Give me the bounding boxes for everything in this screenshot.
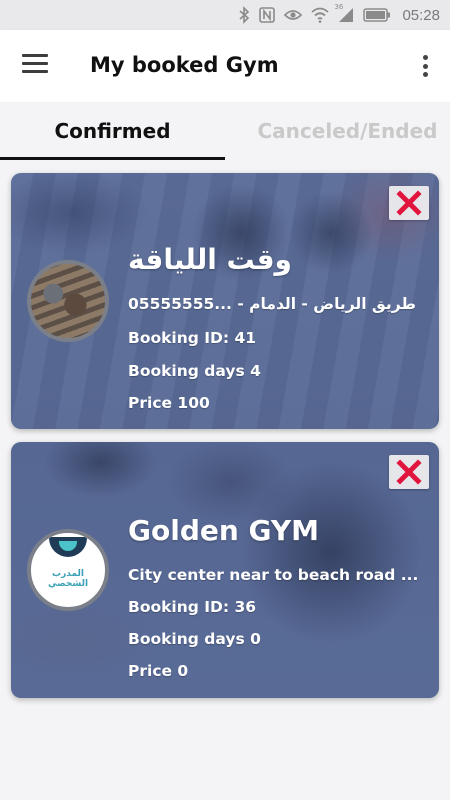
status-bar: 36 05:28 — [0, 0, 450, 30]
gym-avatar — [27, 260, 109, 342]
tab-canceled-ended[interactable]: Canceled/Ended — [225, 102, 450, 160]
tab-confirmed[interactable]: Confirmed — [0, 102, 225, 160]
tab-canceled-ended-label: Canceled/Ended — [257, 119, 438, 143]
more-options-icon[interactable] — [420, 52, 430, 80]
booking-id: Booking ID: 41 — [128, 329, 257, 347]
network-label: 36 — [334, 3, 344, 11]
booking-card[interactable]: المدرب الشخصي Golden GYM City center nea… — [11, 442, 439, 698]
app-bar: My booked Gym — [0, 30, 450, 102]
gym-avatar: المدرب الشخصي — [27, 529, 109, 611]
signal-icon: 36 — [334, 3, 354, 23]
booking-price: Price 100 — [128, 394, 210, 412]
battery-icon — [363, 8, 391, 22]
wifi-icon — [311, 7, 330, 23]
gym-name: Golden GYM — [128, 514, 320, 547]
cancel-booking-button[interactable] — [389, 186, 429, 220]
booking-days: Booking days 4 — [128, 362, 261, 380]
tab-bar: Confirmed Canceled/Ended — [0, 102, 450, 160]
booking-card[interactable]: وقت اللياقة طريق الرياض - الدمام - ...05… — [11, 173, 439, 429]
close-icon — [396, 190, 422, 216]
booking-days: Booking days 0 — [128, 630, 261, 648]
cancel-booking-button[interactable] — [389, 455, 429, 489]
bluetooth-icon — [238, 6, 250, 24]
booking-price: Price 0 — [128, 662, 189, 680]
gym-address: City center near to beach road ... — [128, 566, 419, 584]
booking-id: Booking ID: 36 — [128, 598, 257, 616]
close-icon — [396, 459, 422, 485]
page-title: My booked Gym — [90, 53, 279, 77]
gym-name: وقت اللياقة — [128, 243, 292, 276]
gym-logo-text: المدرب الشخصي — [47, 569, 89, 589]
gym-logo-mark — [49, 537, 87, 557]
tab-confirmed-label: Confirmed — [54, 119, 171, 143]
gym-address: طريق الرياض - الدمام - ...05555555 — [128, 295, 416, 313]
active-tab-indicator — [0, 157, 225, 160]
clock: 05:28 — [402, 6, 440, 24]
eye-icon — [284, 8, 303, 22]
hamburger-menu-icon[interactable] — [22, 54, 48, 76]
nfc-icon — [259, 7, 276, 23]
